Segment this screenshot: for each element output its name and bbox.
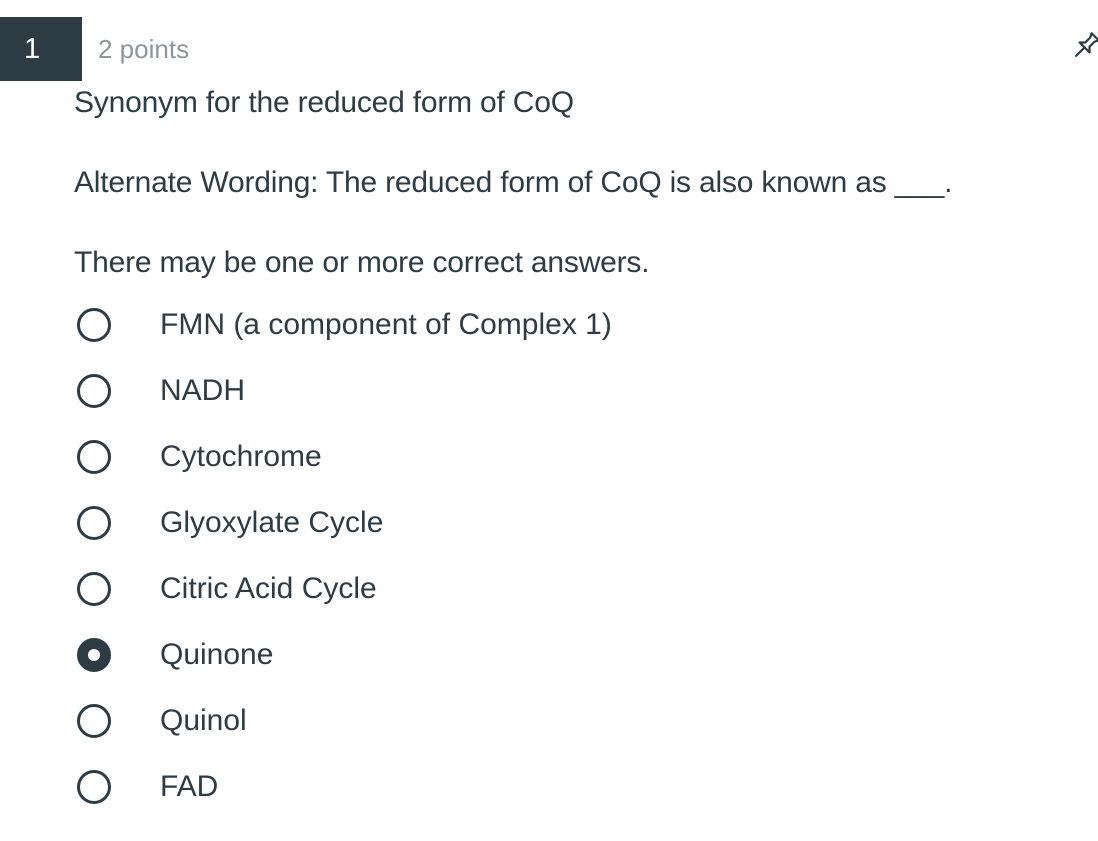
answer-option[interactable]: Quinol: [74, 688, 612, 754]
answer-option-label[interactable]: Citric Acid Cycle: [160, 572, 377, 606]
question-number-badge: 1: [0, 17, 82, 81]
answer-option[interactable]: FAD: [74, 754, 612, 820]
answer-option[interactable]: FMN (a component of Complex 1): [74, 292, 612, 358]
answer-option[interactable]: Cytochrome: [74, 424, 612, 490]
answer-option-label[interactable]: NADH: [160, 374, 245, 408]
radio-button[interactable]: [77, 704, 111, 738]
radio-button[interactable]: [77, 374, 111, 408]
answer-option[interactable]: Glyoxylate Cycle: [74, 490, 612, 556]
answer-option-label[interactable]: Quinone: [160, 638, 273, 672]
radio-button[interactable]: [77, 308, 111, 342]
pin-icon[interactable]: [1068, 28, 1098, 64]
radio-button[interactable]: [77, 506, 111, 540]
question-number: 1: [24, 32, 41, 65]
answer-options-list: FMN (a component of Complex 1) NADH Cyto…: [74, 292, 612, 820]
question-prompt: Synonym for the reduced form of CoQ: [74, 86, 574, 119]
question-instructions: There may be one or more correct answers…: [74, 246, 650, 279]
answer-option-label[interactable]: FMN (a component of Complex 1): [160, 308, 612, 342]
question-alternate-wording: Alternate Wording: The reduced form of C…: [74, 166, 953, 199]
radio-button-checked[interactable]: [77, 638, 111, 672]
radio-button[interactable]: [77, 440, 111, 474]
radio-button[interactable]: [77, 770, 111, 804]
answer-option[interactable]: Citric Acid Cycle: [74, 556, 612, 622]
answer-option-label[interactable]: Quinol: [160, 704, 247, 738]
radio-button[interactable]: [77, 572, 111, 606]
answer-option-selected[interactable]: Quinone: [74, 622, 612, 688]
answer-option-label[interactable]: Glyoxylate Cycle: [160, 506, 383, 540]
answer-option-label[interactable]: Cytochrome: [160, 440, 322, 474]
answer-option-label[interactable]: FAD: [160, 770, 218, 804]
question-points: 2 points: [98, 34, 190, 64]
answer-option[interactable]: NADH: [74, 358, 612, 424]
